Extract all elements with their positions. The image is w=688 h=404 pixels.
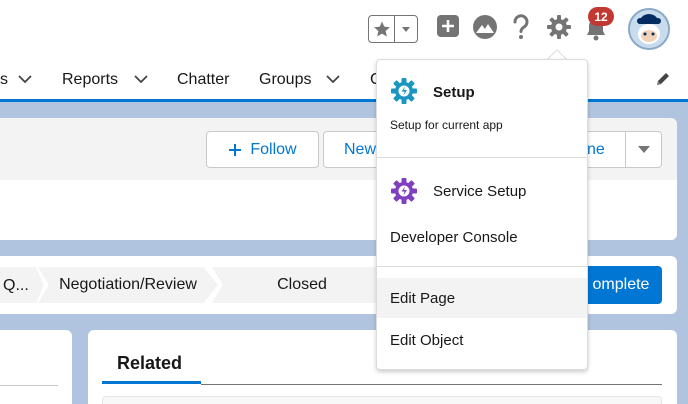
new-button[interactable]: New xyxy=(323,131,383,168)
chevron-down-icon xyxy=(637,145,650,154)
edit-page-menu-item[interactable]: Edit Page xyxy=(390,290,455,307)
setup-gear-icon xyxy=(390,77,418,105)
nav-item-chatter[interactable]: Chatter xyxy=(177,71,229,89)
action-label: ne xyxy=(587,140,605,158)
tab-related[interactable]: Related xyxy=(117,353,182,374)
notification-badge: 12 xyxy=(588,7,614,26)
chevron-down-icon[interactable] xyxy=(18,74,32,84)
help-icon[interactable] xyxy=(510,14,532,40)
nav-item-reports[interactable]: Reports xyxy=(62,71,118,89)
plus-icon[interactable] xyxy=(436,14,460,38)
trailhead-icon[interactable] xyxy=(472,14,498,40)
nav-item-truncated[interactable]: s xyxy=(0,71,8,89)
follow-button[interactable]: Follow xyxy=(206,131,319,168)
developer-console-menu-item[interactable]: Developer Console xyxy=(390,229,518,246)
active-tab-indicator xyxy=(102,381,201,384)
menu-divider xyxy=(376,157,588,158)
path-stage-truncated[interactable]: Q... xyxy=(3,277,29,295)
more-actions-button[interactable] xyxy=(625,131,662,168)
path-stage-label: Closed xyxy=(277,276,327,293)
star-icon[interactable] xyxy=(369,16,395,42)
service-setup-gear-icon xyxy=(390,177,418,205)
global-header: 12 xyxy=(0,0,688,58)
setup-menu-item[interactable]: Setup xyxy=(433,84,475,101)
avatar[interactable] xyxy=(628,8,670,50)
related-list-card xyxy=(102,396,662,404)
chevron-down-icon[interactable] xyxy=(395,16,417,42)
path-stage-negotiation[interactable]: Negotiation/Review xyxy=(38,267,218,303)
setup-subtitle: Setup for current app xyxy=(390,118,503,132)
details-card xyxy=(0,330,72,404)
new-label: New xyxy=(344,140,377,158)
tab-divider xyxy=(201,384,662,385)
menu-divider xyxy=(376,266,588,267)
edit-object-menu-item[interactable]: Edit Object xyxy=(390,332,463,349)
plus-icon xyxy=(228,143,242,157)
nav-item-groups[interactable]: Groups xyxy=(259,71,311,89)
gear-icon[interactable] xyxy=(546,14,572,40)
chevron-down-icon[interactable] xyxy=(134,74,148,84)
divider xyxy=(0,385,58,386)
path-stage-closed[interactable]: Closed xyxy=(212,267,392,303)
chevron-down-icon[interactable] xyxy=(326,74,340,84)
favorites-button-group[interactable] xyxy=(368,15,418,43)
service-setup-menu-item[interactable]: Service Setup xyxy=(433,183,526,200)
pencil-icon[interactable] xyxy=(655,71,671,87)
follow-label: Follow xyxy=(250,140,297,158)
path-stage-label: Negotiation/Review xyxy=(59,276,197,293)
setup-dropdown-menu xyxy=(376,59,588,370)
